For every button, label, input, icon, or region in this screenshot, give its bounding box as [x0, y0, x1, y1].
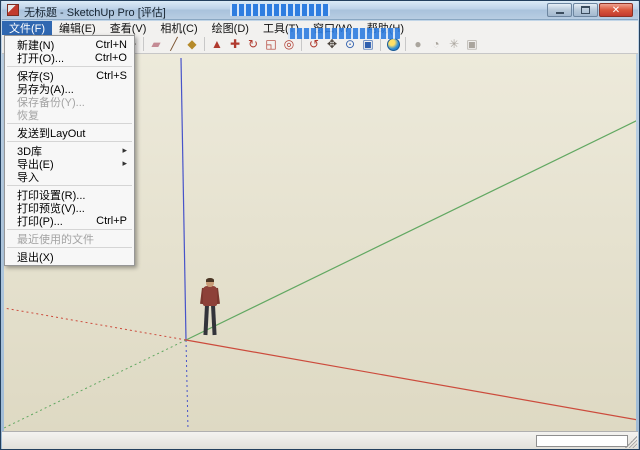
menu-item-recent-files: 最近使用的文件: [5, 232, 134, 245]
resize-grip[interactable]: [625, 436, 637, 448]
menu-item-revert: 恢复: [5, 108, 134, 121]
person-leg: [203, 305, 209, 335]
push-pull-tool-icon[interactable]: ▲: [208, 36, 226, 53]
menu-item-label: 恢复: [17, 107, 39, 123]
menu-item-label: 打印(P)...: [17, 213, 63, 229]
menu-item-exit[interactable]: 退出(X): [5, 250, 134, 263]
watermark-overlay: [230, 4, 330, 16]
menu-shortcut: Ctrl+N: [96, 39, 127, 51]
menu-camera[interactable]: 相机(C): [153, 21, 204, 35]
menu-item-label: 发送到LayOut: [17, 125, 85, 141]
status-bar: [2, 431, 638, 449]
maximize-icon: [581, 6, 590, 14]
green-axis-solid: [186, 120, 636, 340]
toggle-terrain-icon: ●: [409, 36, 427, 53]
maximize-button[interactable]: [573, 3, 598, 17]
submenu-arrow-icon: ▸: [122, 158, 127, 169]
menu-shortcut: Ctrl+S: [96, 70, 127, 82]
menu-item-label: 打开(O)...: [17, 50, 64, 66]
blue-axis-dotted: [186, 340, 188, 430]
menu-file[interactable]: 文件(F): [2, 21, 52, 35]
window-title: 无标题 - SketchUp Pro [评估]: [24, 4, 166, 20]
menu-item-import[interactable]: 导入: [5, 170, 134, 183]
menu-item-open[interactable]: 打开(O)... Ctrl+O: [5, 51, 134, 64]
shadows-icon: ✳: [445, 36, 463, 53]
person-torso: [203, 286, 217, 306]
close-button[interactable]: ✕: [599, 3, 633, 17]
blue-axis-solid: [181, 58, 186, 340]
green-axis-dotted: [4, 340, 186, 428]
red-axis-dotted: [4, 308, 186, 340]
model-info-icon: ▣: [463, 36, 481, 53]
globe-shape: [387, 38, 400, 51]
photo-textures-icon: ◔: [427, 36, 445, 53]
scale-figure-person[interactable]: [200, 278, 220, 336]
menu-edit[interactable]: 编辑(E): [52, 21, 103, 35]
rotate-tool-icon[interactable]: ↻: [244, 36, 262, 53]
toolbar-separator: [143, 37, 144, 51]
menu-draw[interactable]: 绘图(D): [205, 21, 256, 35]
watermark-overlay: [288, 28, 400, 39]
paint-bucket-tool-icon[interactable]: ◆: [183, 36, 201, 53]
submenu-arrow-icon: ▸: [122, 145, 127, 156]
menu-view[interactable]: 查看(V): [103, 21, 154, 35]
toolbar-separator: [301, 37, 302, 51]
sketchup-app-icon: [7, 4, 19, 16]
tape-measure-tool-icon[interactable]: ╱: [165, 36, 183, 53]
menu-item-print[interactable]: 打印(P)... Ctrl+P: [5, 214, 134, 227]
toolbar-separator: [380, 37, 381, 51]
title-bar[interactable]: 无标题 - SketchUp Pro [评估] ✕: [2, 1, 638, 20]
menu-item-label: 最近使用的文件: [17, 231, 94, 247]
close-icon: ✕: [612, 5, 620, 16]
menu-item-label: 导入: [17, 169, 39, 185]
menu-shortcut: Ctrl+O: [95, 52, 127, 64]
person-leg: [211, 305, 217, 335]
menu-item-label: 退出(X): [17, 249, 54, 265]
scale-tool-icon[interactable]: ◱: [262, 36, 280, 53]
move-tool-icon[interactable]: ✚: [226, 36, 244, 53]
eraser-tool-icon[interactable]: ▰: [147, 36, 165, 53]
measurements-input[interactable]: [536, 435, 628, 447]
red-axis-solid: [186, 340, 636, 420]
file-menu-popup: 新建(N)Ctrl+N 打开(O)...Ctrl+O 保存(S)Ctrl+S 另…: [4, 35, 135, 266]
toolbar-separator: [405, 37, 406, 51]
menu-item-send-to-layout[interactable]: 发送到LayOut: [5, 126, 134, 139]
sketchup-window: 无标题 - SketchUp Pro [评估] ✕ 文件(F) 编辑(E) 查看…: [0, 0, 640, 450]
toolbar-separator: [204, 37, 205, 51]
minimize-button[interactable]: [547, 3, 572, 17]
minimize-icon: [556, 12, 564, 14]
window-controls: ✕: [547, 3, 633, 17]
menu-shortcut: Ctrl+P: [96, 215, 127, 227]
person-head: [206, 278, 214, 287]
